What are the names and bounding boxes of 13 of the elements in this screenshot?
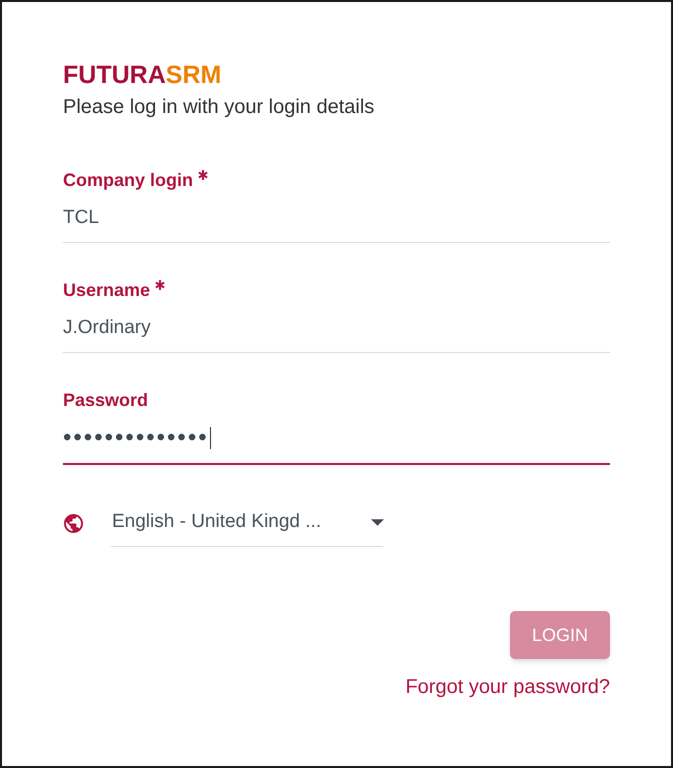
globe-icon	[64, 514, 83, 532]
caret-icon	[371, 519, 384, 526]
password-input[interactable]: ••••••••••••••	[63, 412, 610, 465]
forgot-password-link[interactable]: Forgot your password?	[405, 675, 610, 699]
text-input[interactable]: TCL	[63, 192, 610, 243]
field-label: Company login	[63, 169, 193, 192]
language-select[interactable]: English - United Kingd ...	[111, 499, 383, 547]
field-label: Password	[63, 389, 148, 412]
logo-wordmark: FUTURASRM	[63, 62, 222, 88]
text-input[interactable]: J.Ordinary	[63, 302, 610, 353]
text-cursor	[210, 426, 211, 448]
subtitle-text: Please log in with your login details	[63, 95, 374, 119]
field-label: Username	[63, 279, 150, 302]
